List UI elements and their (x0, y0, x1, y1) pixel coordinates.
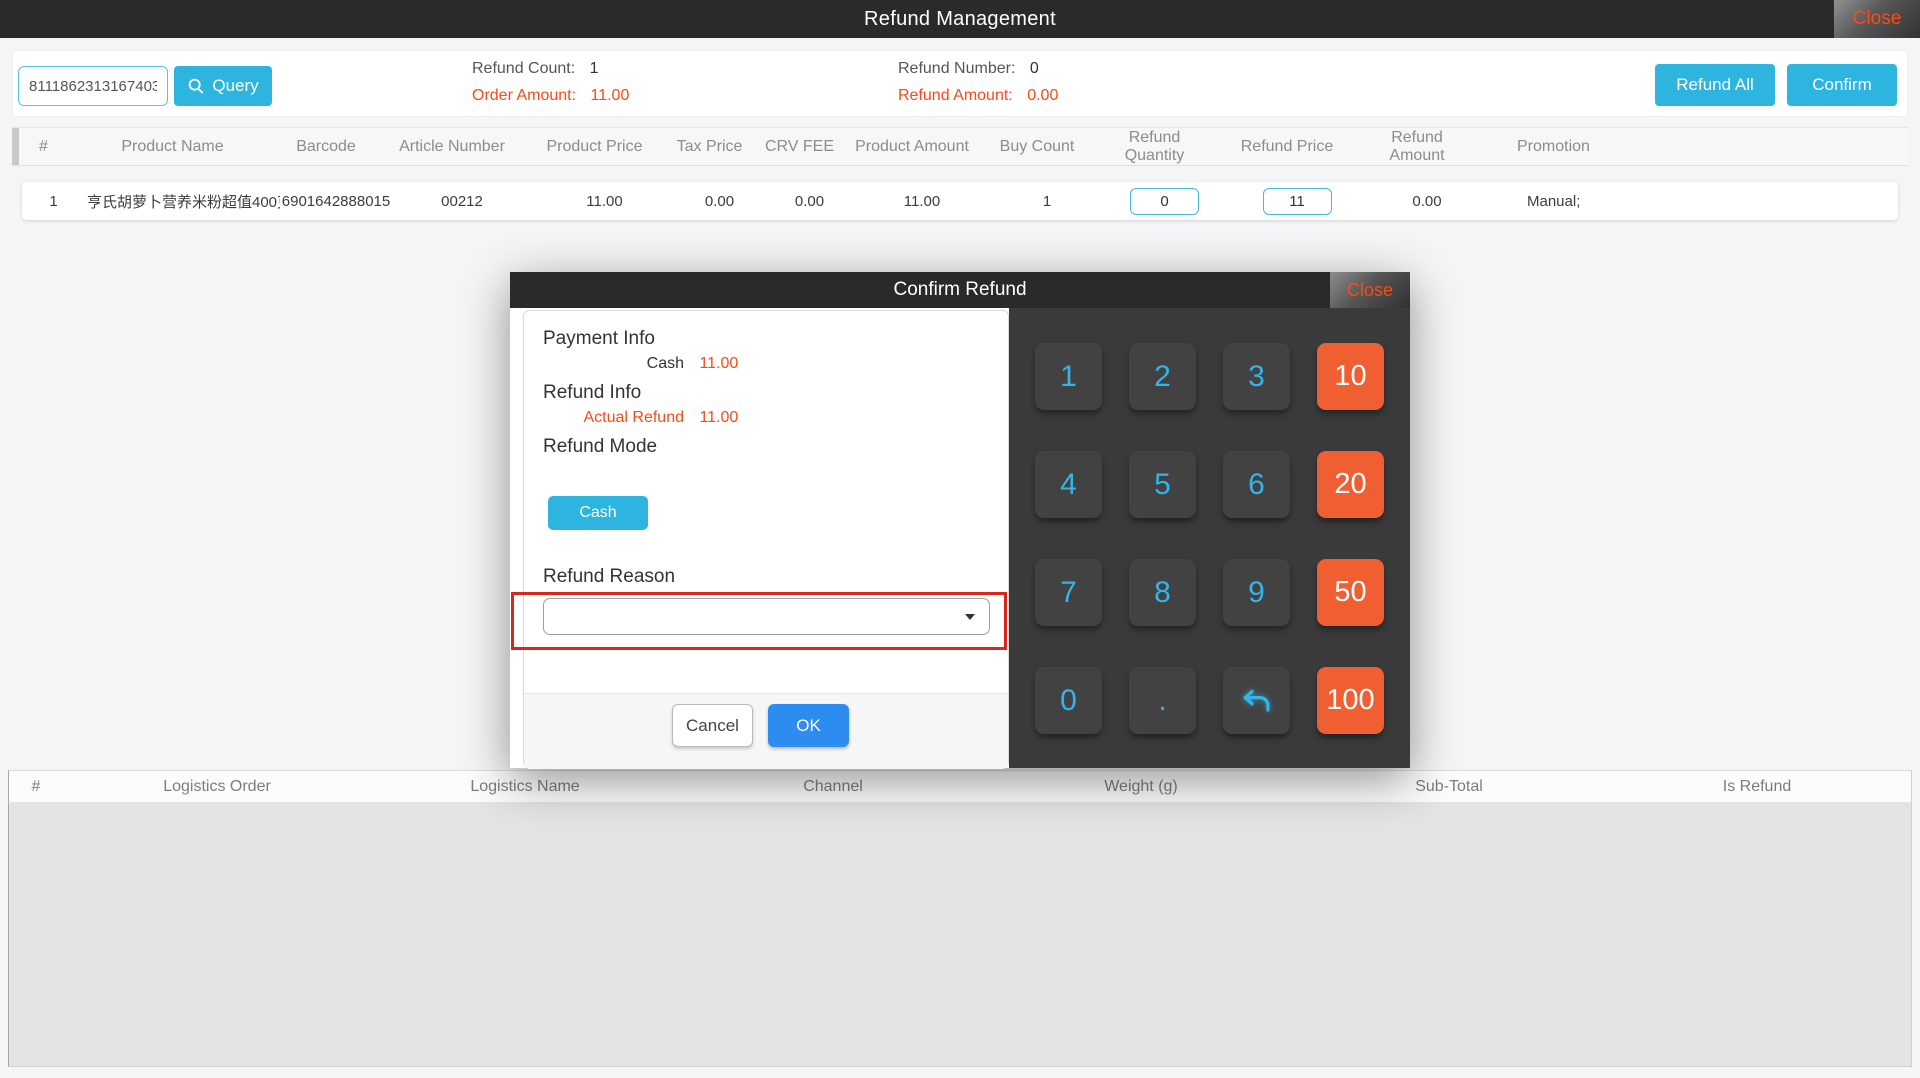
logistics-table-body (8, 803, 1912, 1067)
dialog-title: Confirm Refund (510, 272, 1410, 308)
chevron-down-icon (965, 614, 975, 620)
undo-icon (1240, 687, 1274, 715)
numpad-key-1[interactable]: 1 (1035, 343, 1102, 410)
row-article-number: 00212 (392, 193, 532, 210)
row-product-amount: 11.00 (857, 193, 987, 210)
numpad-key-6[interactable]: 6 (1223, 451, 1290, 518)
product-table-row[interactable]: 1 亨氏胡萝卜营养米粉超值400克 6901642888015 00212 11… (22, 182, 1898, 220)
logistics-header-order: Logistics Order (63, 778, 371, 796)
search-icon (187, 77, 205, 95)
column-header-product-price: Product Price (522, 138, 667, 156)
refund-amount-stat: Refund Amount: 0.00 (898, 87, 1058, 105)
refund-info-heading: Refund Info (543, 382, 641, 404)
refund-number-label: Refund Number: (898, 60, 1015, 77)
cancel-button[interactable]: Cancel (672, 704, 753, 747)
refund-quantity-input[interactable] (1130, 188, 1199, 215)
column-header-product-name: Product Name (75, 138, 270, 156)
column-header-refund-quantity: Refund Quantity (1097, 129, 1212, 165)
column-header-crv-fee: CRV FEE (752, 138, 847, 156)
logistics-header-name: Logistics Name (371, 778, 679, 796)
numpad-key-2[interactable]: 2 (1129, 343, 1196, 410)
column-header-index: # (12, 138, 75, 156)
numpad: 1 2 3 10 4 5 6 20 7 8 9 50 0 . 100 (1009, 308, 1410, 768)
numpad-key-0[interactable]: 0 (1035, 667, 1102, 734)
cash-label: Cash (524, 355, 684, 373)
numpad-key-dot[interactable]: . (1129, 667, 1196, 734)
window-titlebar: Refund Management Close (0, 0, 1920, 38)
logistics-header-is-refund: Is Refund (1603, 778, 1911, 796)
logistics-header-subtotal: Sub-Total (1295, 778, 1603, 796)
query-label: Query (212, 76, 258, 96)
numpad-key-7[interactable]: 7 (1035, 559, 1102, 626)
window-close-button[interactable]: Close (1834, 0, 1920, 38)
numpad-key-3[interactable]: 3 (1223, 343, 1290, 410)
row-buy-count: 1 (987, 193, 1107, 210)
column-header-refund-price: Refund Price (1212, 138, 1362, 156)
query-button[interactable]: Query (174, 66, 272, 106)
refund-form-panel: Payment Info Cash 11.00 Refund Info Actu… (523, 310, 1009, 768)
refund-number-value: 0 (1030, 60, 1039, 77)
numpad-key-4[interactable]: 4 (1035, 451, 1102, 518)
logistics-table-header: # Logistics Order Logistics Name Channel… (8, 770, 1912, 803)
row-refund-amount: 0.00 (1372, 193, 1482, 210)
logistics-header-channel: Channel (679, 778, 987, 796)
order-amount-value: 11.00 (591, 87, 630, 104)
row-index: 1 (22, 193, 85, 210)
cash-mode-button[interactable]: Cash (548, 496, 648, 530)
row-barcode: 6901642888015 (280, 193, 392, 210)
logistics-header-index: # (9, 778, 63, 796)
numpad-key-50[interactable]: 50 (1317, 559, 1384, 626)
refund-amount-label: Refund Amount: (898, 87, 1013, 104)
column-header-buy-count: Buy Count (977, 138, 1097, 156)
confirm-refund-dialog: Confirm Refund Close Payment Info Cash 1… (510, 272, 1410, 768)
ok-button[interactable]: OK (768, 704, 849, 747)
column-header-barcode: Barcode (270, 138, 382, 156)
refund-all-button[interactable]: Refund All (1655, 64, 1775, 106)
refund-reason-heading: Refund Reason (543, 566, 675, 588)
row-tax-price: 0.00 (677, 193, 762, 210)
refund-reason-select[interactable] (543, 598, 990, 635)
refund-price-input[interactable] (1263, 188, 1332, 215)
refund-count-label: Refund Count: (472, 60, 575, 77)
dialog-footer: Cancel OK (524, 693, 1008, 769)
row-promotion: Manual; (1482, 193, 1898, 210)
numpad-key-10[interactable]: 10 (1317, 343, 1384, 410)
row-product-price: 11.00 (532, 193, 677, 210)
actual-refund-label: Actual Refund (524, 409, 684, 427)
row-crv-fee: 0.00 (762, 193, 857, 210)
dialog-titlebar: Confirm Refund Close (510, 272, 1410, 308)
numpad-key-8[interactable]: 8 (1129, 559, 1196, 626)
refund-number-stat: Refund Number: 0 (898, 60, 1039, 78)
product-table-header: # Product Name Barcode Article Number Pr… (12, 127, 1908, 166)
numpad-undo-key[interactable] (1223, 667, 1290, 734)
refund-count-stat: Refund Count: 1 (472, 60, 599, 78)
numpad-key-100[interactable]: 100 (1317, 667, 1384, 734)
column-header-promotion: Promotion (1472, 138, 1908, 156)
confirm-button[interactable]: Confirm (1787, 64, 1897, 106)
order-amount-label: Order Amount: (472, 87, 576, 104)
cash-payment-line: Cash 11.00 (524, 355, 738, 373)
column-header-article-number: Article Number (382, 138, 522, 156)
header-grip (12, 128, 19, 165)
order-number-input[interactable] (18, 66, 168, 106)
toolbar: Query Refund Count: 1 Order Amount: 11.0… (12, 50, 1908, 117)
order-amount-stat: Order Amount: 11.00 (472, 87, 629, 105)
row-product-name: 亨氏胡萝卜营养米粉超值400克 (85, 191, 280, 212)
refund-amount-value: 0.00 (1027, 87, 1058, 104)
actual-refund-amount: 11.00 (699, 409, 738, 426)
logistics-header-weight: Weight (g) (987, 778, 1295, 796)
dialog-close-button[interactable]: Close (1330, 272, 1410, 308)
column-header-refund-amount: Refund Amount (1362, 129, 1472, 165)
numpad-key-5[interactable]: 5 (1129, 451, 1196, 518)
refund-count-value: 1 (590, 60, 599, 77)
payment-info-heading: Payment Info (543, 328, 655, 350)
numpad-key-20[interactable]: 20 (1317, 451, 1384, 518)
numpad-key-9[interactable]: 9 (1223, 559, 1290, 626)
cash-amount: 11.00 (699, 355, 738, 372)
column-header-product-amount: Product Amount (847, 138, 977, 156)
column-header-tax-price: Tax Price (667, 138, 752, 156)
refund-mode-heading: Refund Mode (543, 436, 657, 458)
page-title: Refund Management (0, 0, 1920, 38)
actual-refund-line: Actual Refund 11.00 (524, 409, 738, 427)
